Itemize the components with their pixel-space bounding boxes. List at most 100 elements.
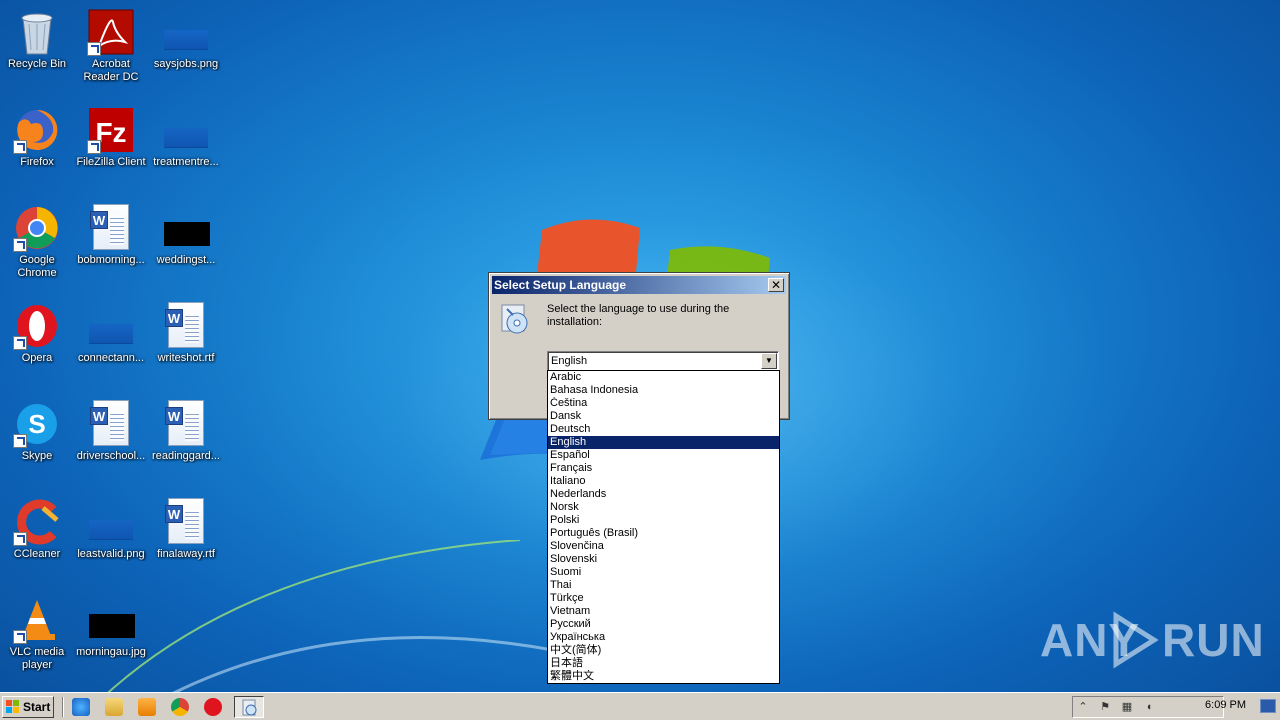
show-desktop-button[interactable] [1260,699,1276,713]
language-dropdown-list: Arabic Bahasa Indonesia Čeština Dansk Deutsc… [547,370,780,684]
setup-task-icon [242,699,257,716]
language-option[interactable]: Dansk [548,410,779,423]
desktop-icon-weddingst[interactable]: weddingst... [149,200,223,290]
language-option[interactable]: Türkçe [548,592,779,605]
firefox-icon [13,106,61,154]
language-option[interactable]: 繁體中文 [548,670,779,683]
desktop-icon-label: finalaway.rtf [157,548,215,560]
desktop-icon-ccleaner[interactable]: CCleaner [0,494,74,584]
desktop-icon-skype[interactable]: S Skype [0,396,74,486]
language-select[interactable]: English ▼ [547,351,779,371]
desktop-icon-opera[interactable]: Opera [0,298,74,388]
language-option[interactable]: Thai [548,579,779,592]
language-select-value: English [551,355,588,367]
play-triangle-icon [1113,611,1159,669]
close-button[interactable]: ✕ [768,278,784,292]
desktop-icon-vlc[interactable]: VLC media player [0,592,74,682]
language-option[interactable]: 中文(简体) [548,644,779,657]
language-option[interactable]: Español [548,449,779,462]
desktop-icon-treatmentre[interactable]: treatmentre... [149,102,223,192]
language-option[interactable]: Bahasa Indonesia [548,384,779,397]
language-option[interactable]: Nederlands [548,488,779,501]
shortcut-arrow-icon [87,42,101,56]
desktop-icon-label: FileZilla Client [76,156,146,168]
language-option[interactable]: Suomi [548,566,779,579]
language-option[interactable]: Français [548,462,779,475]
language-option[interactable]: Polski [548,514,779,527]
show-hidden-icons-icon[interactable]: ⌃ [1077,701,1089,713]
desktop-icon-saysjobs[interactable]: saysjobs.png [149,4,223,94]
desktop-icon-google-chrome[interactable]: Google Chrome [0,200,74,290]
desktop-icon-connectann[interactable]: connectann... [74,298,148,388]
language-option[interactable]: Slovenski [548,553,779,566]
anyrun-watermark: ANY RUN [1040,610,1264,670]
word-document-icon: W [162,400,210,448]
skype-icon: S [13,400,61,448]
desktop-icon-driverschool[interactable]: W driverschool... [74,396,148,486]
opera-taskbar-icon[interactable] [204,698,222,716]
image-file-icon [87,498,135,546]
language-option[interactable]: Deutsch [548,423,779,436]
dialog-title: Select Setup Language [494,278,627,292]
start-button[interactable]: Start [2,696,54,718]
desktop-icon-label: saysjobs.png [153,58,219,70]
language-option[interactable]: 日本語 [548,657,779,670]
dropdown-arrow-icon[interactable]: ▼ [761,353,777,369]
word-document-icon: W [162,498,210,546]
taskbar: Start ⌃ ⚑ ▦ ◖ 6:09 PM [0,692,1280,720]
language-option[interactable]: Norsk [548,501,779,514]
file-explorer-icon[interactable] [105,698,123,716]
image-file-icon [162,8,210,56]
vlc-cone-icon [13,596,61,644]
dialog-titlebar[interactable]: Select Setup Language ✕ [492,276,786,294]
windows-flag-icon [6,700,19,713]
desktop-icon-readinggard[interactable]: W readinggard... [149,396,223,486]
desktop-icon-writeshot[interactable]: W writeshot.rtf [149,298,223,388]
image-file-icon [87,302,135,350]
desktop-icon-morningau[interactable]: morningau.jpg [74,592,148,682]
language-option[interactable]: Vietnam [548,605,779,618]
image-file-icon [162,106,210,154]
language-option[interactable]: English [548,436,779,449]
chrome-taskbar-icon[interactable] [171,698,189,716]
shortcut-arrow-icon [13,532,27,546]
media-player-icon[interactable] [138,698,156,716]
desktop-icon-filezilla[interactable]: Fz FileZilla Client [74,102,148,192]
action-center-flag-icon[interactable]: ⚑ [1099,701,1111,713]
language-option[interactable]: Arabic [548,371,779,384]
desktop-icon-leastvalid[interactable]: leastvalid.png [74,494,148,584]
desktop-icon-finalaway[interactable]: W finalaway.rtf [149,494,223,584]
recycle-bin-icon [13,8,61,56]
desktop-icon-label: driverschool... [76,450,146,462]
desktop-icon-bobmorning[interactable]: W bobmorning... [74,200,148,290]
shortcut-arrow-icon [13,336,27,350]
filezilla-icon: Fz [87,106,135,154]
desktop-icon-label: morningau.jpg [76,646,146,658]
desktop-icon-label: Skype [21,450,53,462]
image-file-icon [87,596,135,644]
language-option[interactable]: Slovenčina [548,540,779,553]
language-option[interactable]: Português (Brasil) [548,527,779,540]
watermark-right-text: RUN [1162,614,1265,666]
language-option[interactable]: Italiano [548,475,779,488]
language-option[interactable]: Русский [548,618,779,631]
acrobat-reader-icon [87,8,135,56]
clock[interactable]: 6:09 PM [1205,699,1246,711]
desktop-icon-acrobat-reader[interactable]: Acrobat Reader DC [74,4,148,94]
network-icon[interactable]: ▦ [1121,701,1133,713]
word-document-icon: W [87,204,135,252]
language-option[interactable]: Čeština [548,397,779,410]
volume-icon[interactable]: ◖ [1143,701,1155,713]
dialog-prompt: Select the language to use during the in… [547,303,730,328]
desktop-icon-label: treatmentre... [153,156,219,168]
taskbar-setup-task[interactable] [234,696,264,718]
desktop-icon-label: CCleaner [13,548,61,560]
desktop-icon-label: weddingst... [156,254,216,266]
desktop-icon-label: Recycle Bin [7,58,67,70]
language-option[interactable]: Українська [548,631,779,644]
svg-text:S: S [28,409,45,439]
setup-disc-icon [501,304,528,334]
internet-explorer-icon[interactable] [72,698,90,716]
desktop-icon-recycle-bin[interactable]: Recycle Bin [0,4,74,94]
desktop-icon-firefox[interactable]: Firefox [0,102,74,192]
